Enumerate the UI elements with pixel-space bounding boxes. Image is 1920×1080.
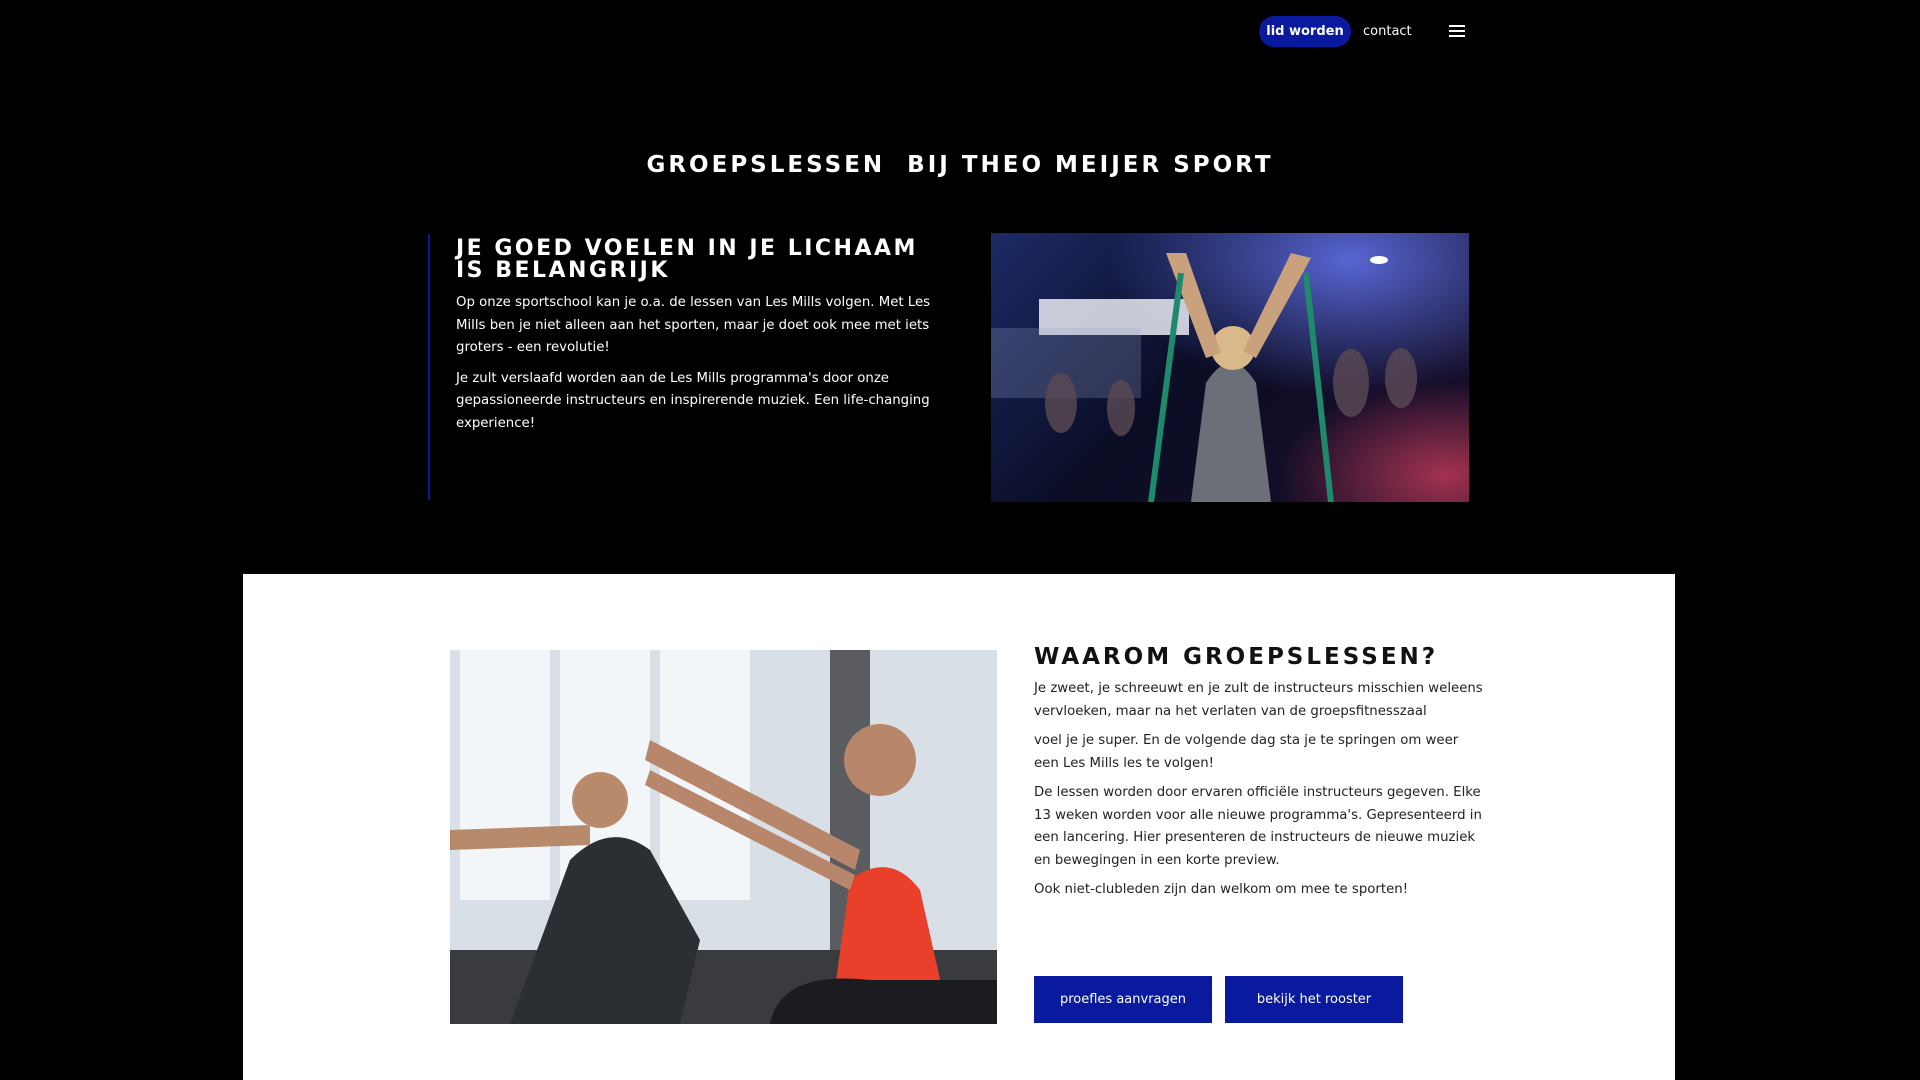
why-content: WAAROM GROEPSLESSEN? Je zweet, je schree…: [1034, 644, 1484, 909]
hamburger-menu-icon[interactable]: [1449, 25, 1465, 38]
join-button[interactable]: lid worden: [1259, 16, 1351, 47]
intro-heading: JE GOED VOELEN IN JE LICHAAM IS BELANGRI…: [456, 236, 918, 283]
why-paragraph: Ook niet-clubleden zijn dan welkom om me…: [1034, 882, 1409, 897]
why-paragraph: De lessen worden door ervaren officiële …: [1034, 785, 1482, 868]
page-title: GROEPSLESSEN BIJ THEO MEIJER SPORT: [646, 152, 1274, 178]
intro-section: JE GOED VOELEN IN JE LICHAAM IS BELANGRI…: [428, 234, 960, 500]
group-class-photo: [991, 233, 1469, 502]
request-trial-button[interactable]: proefles aanvragen: [1034, 976, 1212, 1023]
intro-paragraph: Je zult verslaafd worden aan de Les Mill…: [456, 370, 930, 431]
why-group-classes-section: WAAROM GROEPSLESSEN? Je zweet, je schree…: [243, 574, 1675, 1080]
contact-link[interactable]: contact: [1363, 16, 1412, 47]
squat-training-photo: [450, 650, 997, 1024]
why-paragraph: voel je je super. En de volgende dag sta…: [1034, 733, 1459, 771]
intro-paragraph: Op onze sportschool kan je o.a. de lesse…: [456, 295, 931, 355]
view-schedule-button[interactable]: bekijk het rooster: [1225, 976, 1403, 1023]
top-navigation: lid worden contact: [0, 16, 1920, 48]
why-heading: WAAROM GROEPSLESSEN?: [1034, 644, 1439, 670]
why-paragraph: Je zweet, je schreeuwt en je zult de ins…: [1034, 681, 1483, 719]
